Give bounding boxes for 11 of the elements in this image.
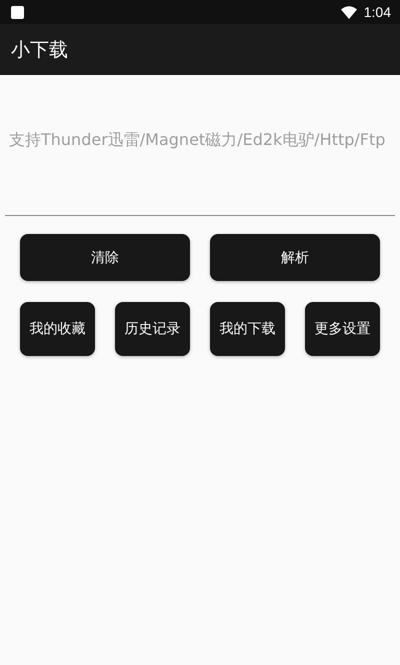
link-input-field[interactable]: 支持Thunder迅雷/Magnet磁力/Ed2k电驴/Http/Ftp [5,125,395,216]
action-button[interactable]: 解析 [210,234,380,281]
menu-button[interactable]: 我的下载 [210,302,285,356]
menu-button[interactable]: 历史记录 [115,302,190,356]
status-time: 1:04 [364,4,391,20]
notification-icon [11,6,24,18]
app-title: 小下载 [11,38,68,62]
menu-button[interactable]: 我的收藏 [20,302,95,356]
action-button[interactable]: 清除 [20,234,190,281]
menu-button[interactable]: 更多设置 [305,302,380,356]
wifi-icon [340,6,357,18]
